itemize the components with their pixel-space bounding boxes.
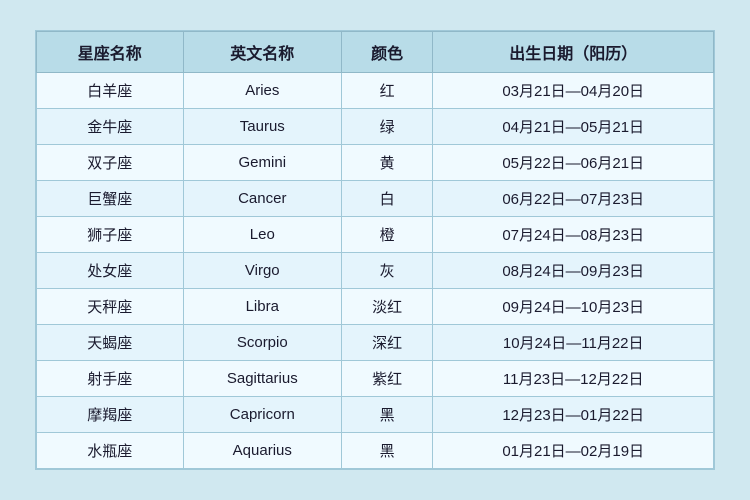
cell-english-name: Taurus xyxy=(183,109,341,145)
cell-chinese-name: 射手座 xyxy=(37,361,184,397)
cell-chinese-name: 水瓶座 xyxy=(37,433,184,469)
table-row: 射手座Sagittarius紫红11月23日—12月22日 xyxy=(37,361,714,397)
cell-chinese-name: 巨蟹座 xyxy=(37,181,184,217)
cell-chinese-name: 摩羯座 xyxy=(37,397,184,433)
cell-dates: 10月24日—11月22日 xyxy=(433,325,714,361)
table-row: 水瓶座Aquarius黑01月21日—02月19日 xyxy=(37,433,714,469)
cell-dates: 01月21日—02月19日 xyxy=(433,433,714,469)
cell-chinese-name: 处女座 xyxy=(37,253,184,289)
cell-chinese-name: 金牛座 xyxy=(37,109,184,145)
table-row: 双子座Gemini黄05月22日—06月21日 xyxy=(37,145,714,181)
cell-english-name: Sagittarius xyxy=(183,361,341,397)
cell-color: 白 xyxy=(341,181,432,217)
zodiac-table-container: 星座名称 英文名称 颜色 出生日期（阳历） 白羊座Aries红03月21日—04… xyxy=(35,30,715,470)
cell-english-name: Aries xyxy=(183,73,341,109)
cell-dates: 03月21日—04月20日 xyxy=(433,73,714,109)
table-row: 巨蟹座Cancer白06月22日—07月23日 xyxy=(37,181,714,217)
cell-english-name: Virgo xyxy=(183,253,341,289)
zodiac-table: 星座名称 英文名称 颜色 出生日期（阳历） 白羊座Aries红03月21日—04… xyxy=(36,31,714,469)
cell-english-name: Scorpio xyxy=(183,325,341,361)
cell-color: 灰 xyxy=(341,253,432,289)
table-body: 白羊座Aries红03月21日—04月20日金牛座Taurus绿04月21日—0… xyxy=(37,73,714,469)
cell-english-name: Leo xyxy=(183,217,341,253)
cell-dates: 05月22日—06月21日 xyxy=(433,145,714,181)
cell-chinese-name: 天秤座 xyxy=(37,289,184,325)
cell-chinese-name: 白羊座 xyxy=(37,73,184,109)
table-row: 狮子座Leo橙07月24日—08月23日 xyxy=(37,217,714,253)
cell-color: 橙 xyxy=(341,217,432,253)
cell-color: 深红 xyxy=(341,325,432,361)
cell-dates: 08月24日—09月23日 xyxy=(433,253,714,289)
cell-color: 黄 xyxy=(341,145,432,181)
cell-dates: 09月24日—10月23日 xyxy=(433,289,714,325)
header-dates: 出生日期（阳历） xyxy=(433,32,714,73)
cell-english-name: Aquarius xyxy=(183,433,341,469)
cell-color: 黑 xyxy=(341,397,432,433)
cell-color: 绿 xyxy=(341,109,432,145)
cell-chinese-name: 天蝎座 xyxy=(37,325,184,361)
header-color: 颜色 xyxy=(341,32,432,73)
cell-color: 淡红 xyxy=(341,289,432,325)
table-row: 金牛座Taurus绿04月21日—05月21日 xyxy=(37,109,714,145)
table-header-row: 星座名称 英文名称 颜色 出生日期（阳历） xyxy=(37,32,714,73)
table-row: 天秤座Libra淡红09月24日—10月23日 xyxy=(37,289,714,325)
cell-dates: 06月22日—07月23日 xyxy=(433,181,714,217)
cell-dates: 04月21日—05月21日 xyxy=(433,109,714,145)
table-row: 处女座Virgo灰08月24日—09月23日 xyxy=(37,253,714,289)
table-row: 白羊座Aries红03月21日—04月20日 xyxy=(37,73,714,109)
header-english-name: 英文名称 xyxy=(183,32,341,73)
cell-chinese-name: 双子座 xyxy=(37,145,184,181)
cell-english-name: Capricorn xyxy=(183,397,341,433)
cell-english-name: Cancer xyxy=(183,181,341,217)
cell-color: 紫红 xyxy=(341,361,432,397)
cell-english-name: Libra xyxy=(183,289,341,325)
header-chinese-name: 星座名称 xyxy=(37,32,184,73)
cell-dates: 07月24日—08月23日 xyxy=(433,217,714,253)
cell-chinese-name: 狮子座 xyxy=(37,217,184,253)
cell-color: 红 xyxy=(341,73,432,109)
table-row: 摩羯座Capricorn黑12月23日—01月22日 xyxy=(37,397,714,433)
cell-dates: 12月23日—01月22日 xyxy=(433,397,714,433)
cell-dates: 11月23日—12月22日 xyxy=(433,361,714,397)
cell-color: 黑 xyxy=(341,433,432,469)
table-row: 天蝎座Scorpio深红10月24日—11月22日 xyxy=(37,325,714,361)
cell-english-name: Gemini xyxy=(183,145,341,181)
